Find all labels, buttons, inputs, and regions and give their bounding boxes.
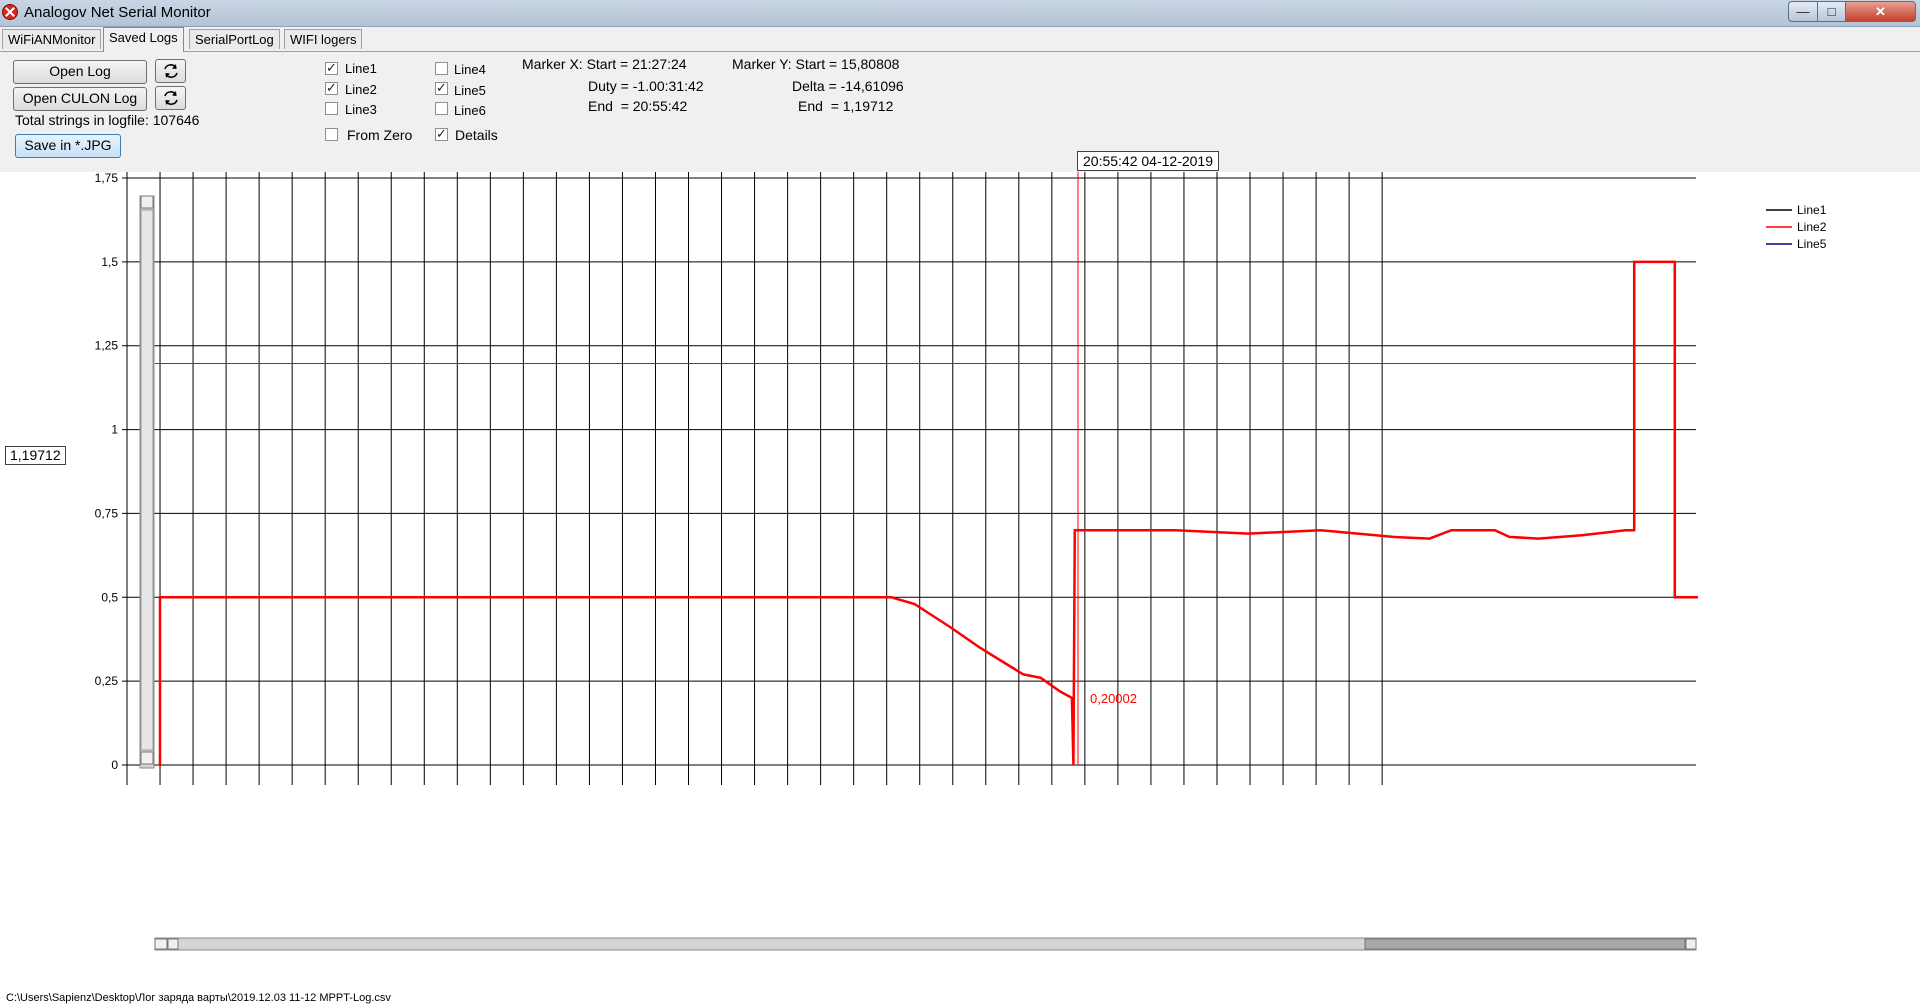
checkbox-line3-label: Line3 bbox=[345, 102, 377, 117]
y-tick-label: 0,75 bbox=[95, 506, 119, 520]
scroll-up-button[interactable] bbox=[140, 195, 154, 209]
total-strings-label: Total strings in logfile: 107646 bbox=[15, 112, 200, 128]
tab-wifi-logers[interactable]: WIFI logers bbox=[284, 29, 363, 49]
y-tick-label: 1,5 bbox=[101, 255, 118, 269]
refresh-icon bbox=[163, 91, 178, 105]
marker-y-end: End = 1,19712 bbox=[798, 98, 894, 114]
refresh-icon bbox=[163, 64, 178, 78]
checkbox-line1[interactable] bbox=[325, 60, 338, 76]
zoom-reset-button[interactable] bbox=[154, 938, 168, 950]
tab-wifianmonitor[interactable]: WiFiANMonitor bbox=[2, 29, 102, 49]
checkbox-details-label: Details bbox=[455, 127, 498, 143]
app-icon bbox=[2, 4, 18, 20]
vertical-scroll-thumb[interactable] bbox=[140, 209, 154, 751]
legend-label: Line5 bbox=[1797, 237, 1827, 251]
marker-y-start: Marker Y: Start = 15,80808 bbox=[732, 56, 900, 72]
marker-x-end: End = 20:55:42 bbox=[588, 98, 688, 114]
tab-serialportlog[interactable]: SerialPortLog bbox=[189, 29, 280, 49]
checkbox-line2-label: Line2 bbox=[345, 82, 377, 97]
y-tick-label: 0,25 bbox=[95, 674, 119, 688]
control-panel bbox=[0, 52, 1920, 172]
y-tick-label: 0 bbox=[111, 758, 118, 772]
reload-culon-log-button[interactable] bbox=[155, 86, 186, 110]
cursor-value-readout: 1,19712 bbox=[5, 446, 66, 465]
window-title: Analogov Net Serial Monitor bbox=[24, 4, 211, 21]
maximize-button[interactable]: □ bbox=[1817, 1, 1846, 22]
tab-saved-logs[interactable]: Saved Logs bbox=[103, 27, 184, 52]
checkbox-line1-label: Line1 bbox=[345, 61, 377, 76]
scroll-left-button[interactable] bbox=[167, 938, 179, 950]
marker-value-label: 0,20002 bbox=[1090, 691, 1137, 706]
checkbox-line2[interactable] bbox=[325, 80, 338, 96]
y-tick-label: 1 bbox=[111, 423, 118, 437]
save-jpg-button[interactable]: Save in *.JPG bbox=[15, 134, 121, 158]
reload-log-button[interactable] bbox=[155, 59, 186, 83]
legend: Line1 Line2 Line5 bbox=[1766, 203, 1827, 251]
marker-x-start: Marker X: Start = 21:27:24 bbox=[522, 56, 687, 72]
y-axis: 0 0,25 0,5 0,75 1 1,25 1,5 1,75 bbox=[95, 172, 140, 772]
checkbox-line6[interactable] bbox=[435, 102, 448, 115]
open-culon-log-button[interactable]: Open CULON Log bbox=[13, 87, 147, 111]
markers: 0,20002 bbox=[155, 172, 1696, 765]
legend-label: Line1 bbox=[1797, 203, 1827, 217]
close-button[interactable]: ✕ bbox=[1845, 1, 1916, 22]
checkbox-from-zero[interactable] bbox=[325, 128, 338, 141]
checkbox-details[interactable] bbox=[435, 126, 448, 142]
log-chart[interactable]: 00,250,50,7511,251,51,75 0,20002 Line1Li… bbox=[0, 172, 1920, 990]
marker-y-delta: Delta = -14,61096 bbox=[792, 78, 904, 94]
horizontal-scroll-thumb[interactable] bbox=[1364, 938, 1686, 950]
checkbox-line5-label: Line5 bbox=[454, 83, 486, 98]
y-tick-label: 1,75 bbox=[95, 172, 119, 185]
file-path: C:\Users\Sapienz\Desktop\Лог заряда варт… bbox=[6, 992, 391, 1004]
legend-label: Line2 bbox=[1797, 220, 1827, 234]
grid bbox=[126, 172, 1696, 785]
title-bar bbox=[0, 0, 1920, 27]
scroll-down-button[interactable] bbox=[140, 751, 154, 765]
checkbox-line6-label: Line6 bbox=[454, 103, 486, 118]
checkbox-line3[interactable] bbox=[325, 102, 338, 115]
y-tick-label: 1,25 bbox=[95, 339, 119, 353]
chart-scrollbars[interactable] bbox=[139, 195, 1697, 951]
scroll-right-button[interactable] bbox=[1685, 938, 1697, 950]
cursor-time-readout: 20:55:42 04-12-2019 bbox=[1077, 151, 1219, 171]
marker-x-duty: Duty = -1.00:31:42 bbox=[588, 78, 704, 94]
checkbox-line5[interactable] bbox=[435, 80, 448, 96]
y-tick-label: 0,5 bbox=[101, 590, 118, 604]
open-log-button[interactable]: Open Log bbox=[13, 60, 147, 84]
checkbox-line4-label: Line4 bbox=[454, 62, 486, 77]
checkbox-line4[interactable] bbox=[435, 62, 448, 75]
minimize-button[interactable]: — bbox=[1788, 1, 1818, 22]
checkbox-from-zero-label: From Zero bbox=[347, 127, 413, 143]
